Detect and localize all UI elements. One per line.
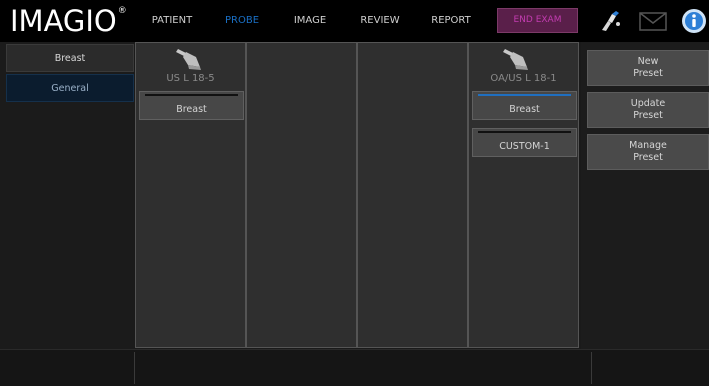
preset-breast[interactable]: Breast bbox=[139, 91, 244, 120]
preset-label: Breast bbox=[176, 104, 207, 115]
preset-custom-1[interactable]: CUSTOM-1 bbox=[472, 128, 577, 157]
probe-header: OA/US L 18-1 bbox=[469, 43, 578, 89]
category-breast[interactable]: Breast bbox=[6, 44, 134, 72]
mail-icon[interactable] bbox=[638, 8, 668, 34]
manage-preset-button[interactable]: Manage Preset bbox=[587, 134, 709, 170]
nav-report[interactable]: REPORT bbox=[428, 0, 474, 42]
top-bar: IMAGIO® PATIENT PROBE IMAGE REVIEW REPOR… bbox=[0, 0, 709, 42]
preset-indicator bbox=[145, 94, 238, 96]
probe-header: US L 18-5 bbox=[136, 43, 245, 89]
update-preset-button[interactable]: Update Preset bbox=[587, 92, 709, 128]
preset-label: Breast bbox=[509, 104, 540, 115]
category-general[interactable]: General bbox=[6, 74, 134, 102]
nav-patient[interactable]: PATIENT bbox=[148, 0, 196, 42]
preset-indicator bbox=[478, 131, 571, 133]
preset-label: CUSTOM-1 bbox=[499, 141, 550, 152]
bottom-divider bbox=[134, 352, 135, 384]
probe-icon bbox=[176, 49, 201, 70]
probe-hand-icon[interactable] bbox=[598, 8, 624, 34]
info-icon[interactable] bbox=[681, 8, 707, 34]
bottom-bar bbox=[0, 349, 709, 386]
preset-actions-panel: New Preset Update Preset Manage Preset bbox=[581, 42, 709, 349]
probe-icon bbox=[503, 49, 528, 70]
preset-breast[interactable]: Breast bbox=[472, 91, 577, 120]
probe-name: OA/US L 18-1 bbox=[490, 73, 557, 84]
nav-image[interactable]: IMAGE bbox=[290, 0, 330, 42]
probe-name: US L 18-5 bbox=[166, 73, 215, 84]
probe-slot-4[interactable]: OA/US L 18-1 Breast CUSTOM-1 bbox=[468, 42, 579, 348]
app-logo: IMAGIO® bbox=[10, 4, 127, 38]
probe-slot-2[interactable] bbox=[246, 42, 357, 348]
preset-category-panel: Breast General bbox=[0, 42, 134, 349]
end-exam-button[interactable]: END EXAM bbox=[497, 8, 578, 33]
nav-review[interactable]: REVIEW bbox=[358, 0, 402, 42]
bottom-divider bbox=[591, 352, 592, 384]
new-preset-button[interactable]: New Preset bbox=[587, 50, 709, 86]
nav-probe[interactable]: PROBE bbox=[221, 0, 263, 42]
preset-indicator bbox=[478, 94, 571, 96]
probe-slot-1[interactable]: US L 18-5 Breast bbox=[135, 42, 246, 348]
probe-slot-3[interactable] bbox=[357, 42, 468, 348]
